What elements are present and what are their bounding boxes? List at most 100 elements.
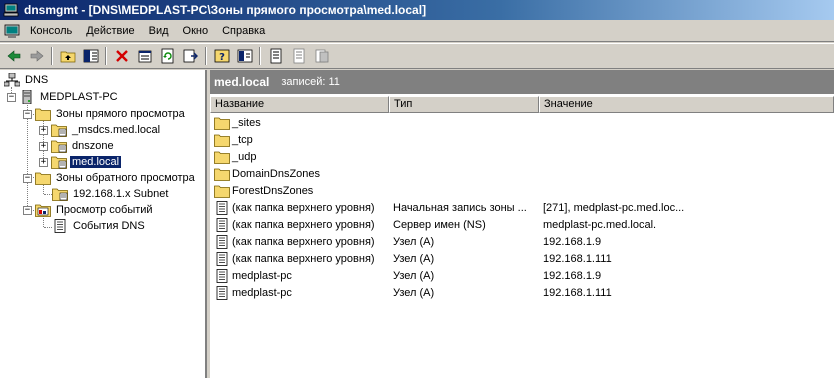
zone-icon xyxy=(51,156,67,169)
record-value: 192.168.1.111 xyxy=(543,286,612,299)
back-icon xyxy=(7,50,20,62)
tree-label: События DNS xyxy=(73,220,145,232)
expand-toggle[interactable]: + xyxy=(39,141,48,151)
console-help-button[interactable] xyxy=(233,45,256,67)
record-row[interactable]: (как папка верхнего уровня) Начальная зап… xyxy=(210,199,834,216)
record-row[interactable]: (как папка верхнего уровня) Узел (A) 192.1… xyxy=(210,250,834,267)
menu-window[interactable]: Окно xyxy=(177,23,215,39)
menu-help[interactable]: Справка xyxy=(216,23,271,39)
zone-icon xyxy=(51,124,67,137)
new-alias-button[interactable] xyxy=(287,45,310,67)
folder-icon xyxy=(214,168,230,181)
tree-item-forward-zones[interactable]: − Зоны прямого просмотра xyxy=(23,106,187,122)
tree-connector xyxy=(44,227,52,228)
forward-button[interactable] xyxy=(25,45,48,67)
zone-title: med.local xyxy=(214,75,270,89)
console-tree[interactable]: DNS − MEDPLAST-PC − Зоны прямого просмот… xyxy=(0,70,207,378)
tree-item-server[interactable]: − MEDPLAST-PC xyxy=(7,89,120,105)
record-name: _udp xyxy=(232,150,257,163)
record-icon xyxy=(216,234,228,249)
tree-item-zone-dnszone[interactable]: + dnszone xyxy=(39,138,116,154)
toolbar-separator xyxy=(105,47,107,65)
tree-label: Зоны прямого просмотра xyxy=(56,108,185,120)
folder-icon xyxy=(35,108,51,121)
record-name-cell: medplast-pc xyxy=(210,285,389,300)
help-button[interactable]: ? xyxy=(210,45,233,67)
record-row[interactable]: _tcp xyxy=(210,131,834,148)
menu-console[interactable]: Консоль xyxy=(24,23,78,39)
record-name: _sites xyxy=(232,116,261,129)
tree-connector xyxy=(44,194,52,195)
record-name: (как папка верхнего уровня) xyxy=(232,218,375,231)
record-name-cell: (как папка верхнего уровня) xyxy=(210,200,389,215)
record-name-cell: _udp xyxy=(210,150,389,164)
toolbar-separator xyxy=(51,47,53,65)
help-icon: ? xyxy=(214,49,229,63)
collapse-toggle[interactable]: − xyxy=(23,173,32,183)
window-title: dnsmgmt - [DNS\MEDPLAST-PC\Зоны прямого … xyxy=(24,3,427,17)
toolbar-separator xyxy=(259,47,261,65)
tree-label: 192.168.1.x Subnet xyxy=(73,188,169,200)
tree-label: med.local xyxy=(68,155,123,169)
refresh-icon xyxy=(161,48,173,64)
record-name: DomainDnsZones xyxy=(232,167,321,180)
record-row[interactable]: ForestDnsZones xyxy=(210,182,834,199)
delete-button[interactable] xyxy=(110,45,133,67)
new-mail-exchanger-button[interactable] xyxy=(310,45,333,67)
back-button[interactable] xyxy=(2,45,25,67)
details-header: med.local записей: 11 xyxy=(210,70,834,94)
tree-item-dns-events[interactable]: События DNS xyxy=(52,218,147,234)
console-system-icon[interactable] xyxy=(4,23,20,39)
tree-item-zone-med-local[interactable]: + med.local xyxy=(39,154,123,170)
refresh-button[interactable] xyxy=(156,45,179,67)
collapse-toggle[interactable]: − xyxy=(7,92,16,102)
record-value: 192.168.1.111 xyxy=(543,252,612,265)
records-list: _sites _tcp _udp DomainDnsZones ForestDnsZon… xyxy=(210,114,834,301)
new-host-button[interactable] xyxy=(264,45,287,67)
server-icon xyxy=(22,90,32,104)
record-name-cell: ForestDnsZones xyxy=(210,184,389,198)
menu-view[interactable]: Вид xyxy=(143,23,175,39)
expand-toggle[interactable]: + xyxy=(39,157,48,167)
svg-text:?: ? xyxy=(219,52,225,63)
record-name: (как папка верхнего уровня) xyxy=(232,201,375,214)
tree-item-reverse-subnet[interactable]: 192.168.1.x Subnet xyxy=(52,186,170,202)
properties-button[interactable] xyxy=(133,45,156,67)
record-row[interactable]: (как папка верхнего уровня) Узел (A) 192.1… xyxy=(210,233,834,250)
folder-icon xyxy=(35,172,51,185)
column-header-value[interactable]: Значение xyxy=(539,96,834,113)
dns-icon xyxy=(4,73,20,87)
record-icon xyxy=(216,251,228,266)
up-one-level-button[interactable] xyxy=(56,45,79,67)
record-row[interactable]: medplast-pc Узел (A) 192.168.1.9 xyxy=(210,267,834,284)
toolbar: ? xyxy=(0,43,834,69)
properties-icon xyxy=(138,50,151,63)
title-bar: dnsmgmt - [DNS\MEDPLAST-PC\Зоны прямого … xyxy=(0,0,834,20)
tree-label: DNS xyxy=(25,74,49,86)
export-list-icon xyxy=(183,49,198,63)
tree-item-zone-msdcs[interactable]: + _msdcs.med.local xyxy=(39,122,162,138)
record-icon xyxy=(216,200,228,215)
record-name-cell: medplast-pc xyxy=(210,268,389,283)
tree-item-reverse-zones[interactable]: − Зоны обратного просмотра xyxy=(23,170,197,186)
record-row[interactable]: _sites xyxy=(210,114,834,131)
expand-toggle[interactable]: + xyxy=(39,125,48,135)
collapse-toggle[interactable]: − xyxy=(23,109,32,119)
folder-icon xyxy=(214,117,230,130)
collapse-toggle[interactable]: − xyxy=(23,205,32,215)
tree-item-dns[interactable]: DNS xyxy=(4,72,50,88)
column-header-type[interactable]: Тип xyxy=(389,96,539,113)
column-header-name[interactable]: Название xyxy=(210,96,389,113)
record-row[interactable]: (как папка верхнего уровня) Сервер имен (… xyxy=(210,216,834,233)
record-icon xyxy=(216,268,228,283)
show-hide-tree-button[interactable] xyxy=(79,45,102,67)
tree-item-event-viewer[interactable]: − Просмотр событий xyxy=(23,202,155,218)
record-row[interactable]: _udp xyxy=(210,148,834,165)
record-row[interactable]: medplast-pc Узел (A) 192.168.1.111 xyxy=(210,284,834,301)
tree-label: dnszone xyxy=(72,140,114,152)
menu-action[interactable]: Действие xyxy=(80,23,140,39)
tree-label: _msdcs.med.local xyxy=(72,124,161,136)
record-row[interactable]: DomainDnsZones xyxy=(210,165,834,182)
export-list-button[interactable] xyxy=(179,45,202,67)
show-hide-tree-icon xyxy=(83,49,98,63)
